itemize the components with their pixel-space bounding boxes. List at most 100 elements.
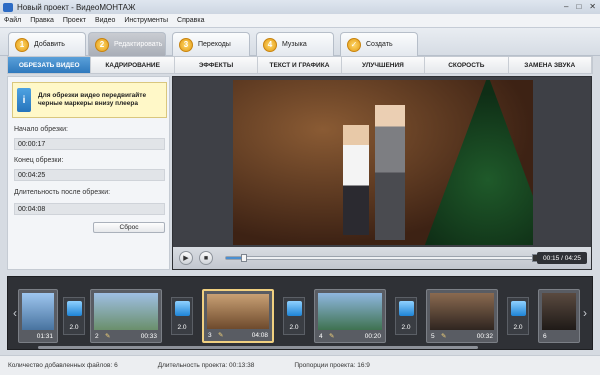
clip-item-selected[interactable]: 3 ✎ 04:08: [202, 289, 274, 343]
duration-label: Длительность после обрезки:: [14, 189, 111, 196]
close-button[interactable]: ✕: [589, 2, 596, 11]
transition-icon: [287, 301, 302, 316]
app-icon: [3, 2, 13, 12]
step-label: Создать: [366, 41, 393, 48]
scroll-right-icon[interactable]: ›: [580, 303, 590, 323]
clip-number: 3: [208, 332, 212, 339]
minimize-button[interactable]: –: [564, 2, 568, 11]
step-number-icon: 4: [263, 37, 277, 52]
duration-value-field: 00:04:08: [14, 203, 165, 215]
clip-number: 2: [95, 333, 99, 340]
play-icon[interactable]: ▶: [179, 251, 193, 265]
window-controls: – □ ✕: [564, 2, 596, 11]
child-figure-image: [343, 125, 369, 235]
window-title: Новый проект - ВидеоМОНТАЖ: [17, 2, 136, 12]
player-controls: ▶ ■ 00:15 / 04:25: [173, 247, 591, 269]
clip-item[interactable]: 4 ✎ 00:20: [314, 289, 386, 343]
menu-bar: Файл Правка Проект Видео Инструменты Спр…: [0, 14, 600, 28]
edit-pencil-icon[interactable]: ✎: [329, 332, 334, 340]
step-label: Музыка: [282, 41, 307, 48]
checkmark-icon: ✓: [347, 37, 361, 52]
seek-bar[interactable]: [225, 254, 538, 262]
clip-item[interactable]: 6: [538, 289, 580, 343]
menu-tools[interactable]: Инструменты: [124, 17, 168, 24]
tab-crop[interactable]: КАДРИРОВАНИЕ: [91, 57, 175, 73]
tab-effects[interactable]: ЭФФЕКТЫ: [175, 57, 259, 73]
step-transitions[interactable]: 3 Переходы: [172, 32, 250, 56]
transition-item[interactable]: 2.0: [395, 297, 417, 335]
step-add[interactable]: 1 Добавить: [8, 32, 86, 56]
edit-pencil-icon[interactable]: ✎: [218, 331, 223, 339]
transition-icon: [67, 301, 82, 316]
transition-duration: 2.0: [69, 324, 79, 331]
step-label: Добавить: [34, 41, 65, 48]
transition-icon: [399, 301, 414, 316]
workflow-steps: 1 Добавить 2 Редактировать 3 Переходы 4 …: [0, 28, 600, 56]
menu-edit[interactable]: Правка: [30, 17, 54, 24]
clip-thumbnail: [430, 293, 494, 330]
tab-replace-sound[interactable]: ЗАМЕНА ЗВУКА: [509, 57, 592, 73]
status-bar: Количество добавленных файлов: 6 Длитель…: [0, 355, 600, 375]
tab-speed[interactable]: СКОРОСТЬ: [425, 57, 509, 73]
transition-item[interactable]: 2.0: [283, 297, 305, 335]
video-player: ▶ ■ 00:15 / 04:25: [172, 76, 592, 270]
step-number-icon: 3: [179, 37, 193, 52]
title-bar: Новый проект - ВидеоМОНТАЖ – □ ✕: [0, 0, 600, 14]
status-aspect-ratio: Пропорции проекта: 16:9: [294, 362, 370, 369]
status-project-duration: Длительность проекта: 00:13:38: [157, 362, 255, 369]
step-number-icon: 2: [95, 37, 109, 52]
transition-item[interactable]: 2.0: [63, 297, 85, 335]
edit-tabs: ОБРЕЗАТЬ ВИДЕО КАДРИРОВАНИЕ ЭФФЕКТЫ ТЕКС…: [7, 56, 593, 74]
tab-trim-video[interactable]: ОБРЕЗАТЬ ВИДЕО: [8, 57, 92, 73]
menu-help[interactable]: Справка: [177, 17, 204, 24]
clip-number: 4: [319, 333, 323, 340]
reset-button[interactable]: Сброс: [93, 222, 165, 233]
menu-video[interactable]: Видео: [95, 17, 115, 24]
edit-pencil-icon[interactable]: ✎: [441, 332, 446, 340]
end-label: Конец обрезки:: [14, 157, 64, 164]
start-label: Начало обрезки:: [14, 126, 68, 133]
info-icon: i: [17, 88, 31, 112]
menu-project[interactable]: Проект: [63, 17, 86, 24]
clip-duration: 00:20: [364, 333, 381, 340]
tab-text-graphics[interactable]: ТЕКСТ И ГРАФИКА: [258, 57, 342, 73]
time-readout: 00:15 / 04:25: [537, 252, 587, 264]
clip-duration: 00:32: [476, 333, 493, 340]
seek-handle[interactable]: [241, 254, 248, 262]
info-box: i Для обрезки видео передвигайте черные …: [12, 82, 167, 118]
step-label: Редактировать: [114, 41, 163, 48]
menu-file[interactable]: Файл: [4, 17, 21, 24]
step-edit[interactable]: 2 Редактировать: [88, 32, 166, 56]
christmas-tree-image: [423, 80, 533, 245]
step-create[interactable]: ✓ Создать: [340, 32, 418, 56]
clip-thumbnail: [207, 294, 269, 329]
start-value-field: 00:00:17: [14, 138, 165, 150]
timeline-strip: ‹ › 01:31 2.0 2 ✎ 00:33 2.0 3 ✎ 04:08 2.…: [7, 276, 593, 350]
clip-thumbnail: [542, 293, 576, 330]
transition-duration: 2.0: [401, 324, 411, 331]
edit-pencil-icon[interactable]: ✎: [105, 332, 110, 340]
transition-icon: [511, 301, 526, 316]
step-music[interactable]: 4 Музыка: [256, 32, 334, 56]
timeline-scrollbar[interactable]: [38, 346, 478, 349]
transition-item[interactable]: 2.0: [507, 297, 529, 335]
stop-icon[interactable]: ■: [199, 251, 213, 265]
clip-number: 6: [543, 333, 547, 340]
clip-thumbnail: [318, 293, 382, 330]
clip-thumbnail: [94, 293, 158, 330]
info-text: Для обрезки видео передвигайте черные ма…: [38, 92, 147, 107]
trim-panel: i Для обрезки видео передвигайте черные …: [7, 76, 170, 270]
clip-item[interactable]: 01:31: [18, 289, 58, 343]
clip-duration: 04:08: [251, 332, 268, 339]
maximize-button[interactable]: □: [576, 2, 581, 11]
video-preview: [233, 80, 533, 245]
transition-item[interactable]: 2.0: [171, 297, 193, 335]
clip-item[interactable]: 2 ✎ 00:33: [90, 289, 162, 343]
clip-item[interactable]: 5 ✎ 00:32: [426, 289, 498, 343]
tab-enhancements[interactable]: УЛУЧШЕНИЯ: [342, 57, 426, 73]
transition-duration: 2.0: [289, 324, 299, 331]
transition-duration: 2.0: [177, 324, 187, 331]
step-label: Переходы: [198, 41, 231, 48]
child-figure-image: [375, 105, 405, 240]
transition-icon: [175, 301, 190, 316]
